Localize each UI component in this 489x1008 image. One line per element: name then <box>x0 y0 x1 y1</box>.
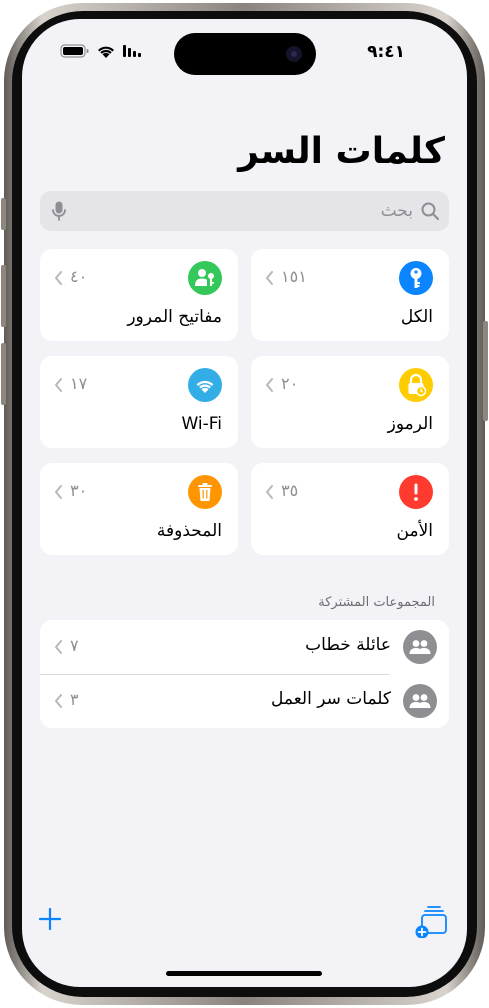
page-title: كلمات السر <box>238 131 445 172</box>
category-count: ٤٠ <box>70 267 88 286</box>
category-all[interactable]: ١٥١ الكل <box>251 249 449 341</box>
status-icons <box>60 43 160 59</box>
shared-group-row[interactable]: كلمات سر العمل ٣ <box>40 674 449 728</box>
trash-icon <box>188 475 222 509</box>
category-label: الأمن <box>396 521 433 541</box>
exclamation-icon <box>399 475 433 509</box>
home-indicator <box>166 971 322 976</box>
chevron-left-icon <box>266 378 273 392</box>
search-placeholder: بحث <box>380 201 413 221</box>
category-codes[interactable]: ٢٠ الرموز <box>251 356 449 448</box>
category-deleted[interactable]: ٣٠ المحذوفة <box>40 463 238 555</box>
category-count: ٢٠ <box>281 374 299 393</box>
people-icon <box>403 630 437 664</box>
microphone-icon[interactable] <box>52 201 66 221</box>
lock-clock-icon <box>399 368 433 402</box>
shared-groups-list: عائلة خطاب ٧ كلمات سر العمل ٣ <box>40 620 449 728</box>
volume-down-button <box>1 343 6 405</box>
category-count: ١٥١ <box>281 267 307 286</box>
chevron-left-icon <box>55 378 62 392</box>
status-time: ٩:٤١ <box>367 42 405 62</box>
shared-group-count: ٣ <box>70 690 79 709</box>
category-passkeys[interactable]: ٤٠ مفاتيح المرور <box>40 249 238 341</box>
chevron-left-icon <box>55 640 62 654</box>
category-label: Wi-Fi <box>181 414 222 434</box>
passkey-icon <box>188 261 222 295</box>
search-field[interactable]: بحث <box>40 191 449 231</box>
chevron-left-icon <box>55 694 62 708</box>
chevron-left-icon <box>266 485 273 499</box>
category-label: مفاتيح المرور <box>127 307 222 327</box>
shared-group-count: ٧ <box>70 636 79 655</box>
side-button <box>483 321 488 421</box>
shared-group-row[interactable]: عائلة خطاب ٧ <box>40 620 449 675</box>
category-wifi[interactable]: ١٧ Wi-Fi <box>40 356 238 448</box>
category-count: ١٧ <box>70 374 88 393</box>
category-security[interactable]: ٣٥ الأمن <box>251 463 449 555</box>
battery-icon <box>60 44 89 58</box>
key-icon <box>399 261 433 295</box>
category-count: ٣٥ <box>281 481 299 500</box>
wifi-status-icon <box>98 46 114 58</box>
wifi-icon <box>188 368 222 402</box>
cellular-signal-icon <box>123 45 141 57</box>
category-count: ٣٠ <box>70 481 88 500</box>
shared-groups-header: المجموعات المشتركة <box>318 595 435 610</box>
category-label: المحذوفة <box>156 521 222 541</box>
category-label: الكل <box>400 307 433 327</box>
chevron-left-icon <box>55 485 62 499</box>
chevron-left-icon <box>266 271 273 285</box>
category-label: الرموز <box>387 414 433 434</box>
search-icon <box>421 202 439 220</box>
people-icon <box>403 684 437 718</box>
screen: ٩:٤١ كلمات السر بحث ١٥١ الكل ٤٠ مفاتيح ا… <box>22 19 467 987</box>
plus-icon[interactable] <box>38 907 62 931</box>
camera <box>286 46 302 62</box>
shared-group-label: عائلة خطاب <box>305 635 391 655</box>
new-group-icon[interactable] <box>414 904 448 938</box>
chevron-left-icon <box>55 271 62 285</box>
action-button <box>1 198 6 230</box>
volume-up-button <box>1 265 6 327</box>
shared-group-label: كلمات سر العمل <box>271 689 391 709</box>
dynamic-island <box>174 33 316 75</box>
